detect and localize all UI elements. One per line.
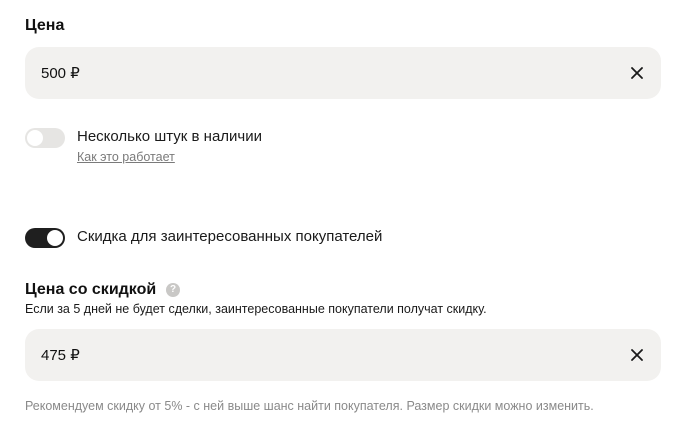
price-title: Цена xyxy=(25,17,65,34)
price-clear-button[interactable] xyxy=(627,63,647,83)
how-it-works-link[interactable]: Как это работает xyxy=(77,150,175,164)
discount-label: Скидка для заинтересованных покупателей xyxy=(77,228,383,245)
close-icon xyxy=(631,67,643,79)
multiple-items-label: Несколько штук в наличии xyxy=(77,128,262,145)
close-icon xyxy=(631,349,643,361)
discount-price-title: Цена со скидкой xyxy=(25,281,157,298)
toggle-knob xyxy=(47,230,63,246)
price-form: Цена Несколько штук в наличии Как это ра… xyxy=(0,0,695,443)
toggle-knob xyxy=(27,130,43,146)
discount-price-clear-button[interactable] xyxy=(627,345,647,365)
multiple-items-toggle[interactable] xyxy=(25,128,65,148)
discount-description: Если за 5 дней не будет сделки, заинтере… xyxy=(25,302,487,316)
price-input[interactable] xyxy=(41,47,601,99)
discount-toggle[interactable] xyxy=(25,228,65,248)
question-icon[interactable]: ? xyxy=(166,283,180,297)
discount-price-input[interactable] xyxy=(41,329,601,381)
discount-price-field[interactable] xyxy=(25,329,661,381)
price-field[interactable] xyxy=(25,47,661,99)
discount-hint: Рекомендуем скидку от 5% - с ней выше ша… xyxy=(25,399,594,413)
